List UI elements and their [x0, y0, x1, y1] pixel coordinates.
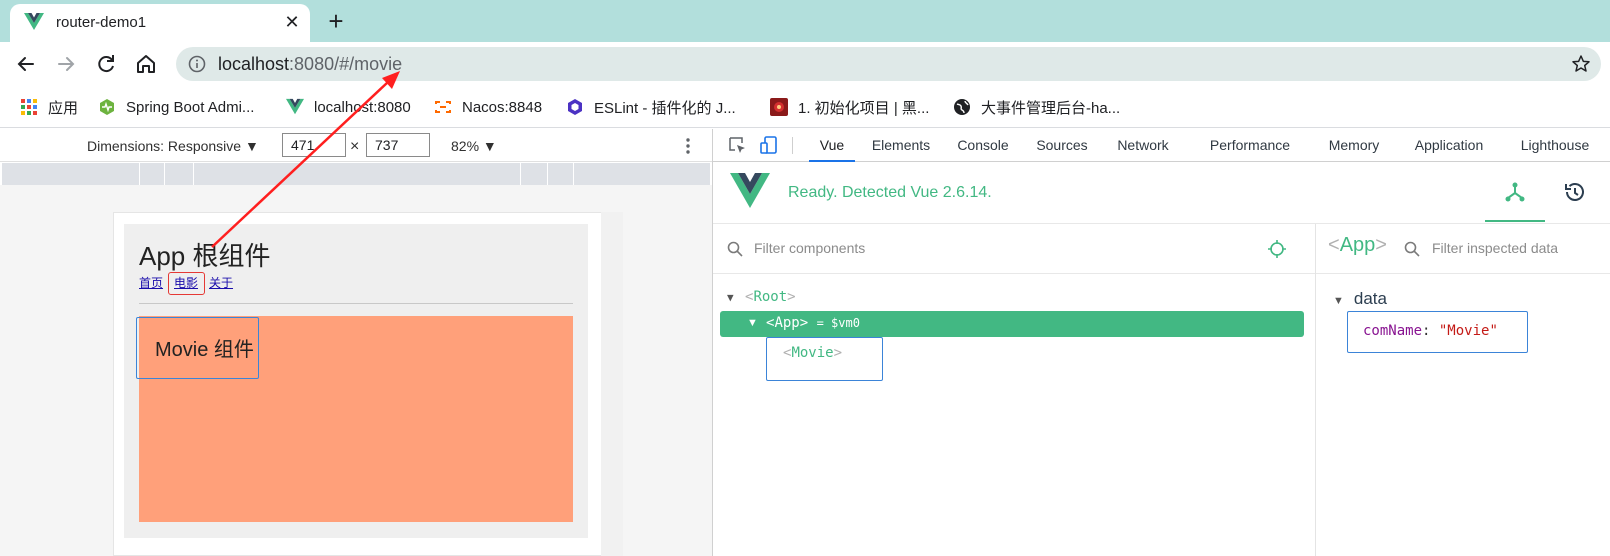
- tab-lighthouse[interactable]: Lighthouse: [1507, 129, 1603, 162]
- app-title: App 根组件: [139, 241, 271, 271]
- nacos-icon: [435, 101, 451, 113]
- tab-strip: router-demo1 ✕ +: [0, 0, 1610, 42]
- tab-sources[interactable]: Sources: [1027, 129, 1097, 162]
- globe-icon: [954, 99, 970, 115]
- tab-network[interactable]: Network: [1105, 129, 1181, 162]
- tab-close-icon[interactable]: ✕: [280, 10, 304, 34]
- bookmark-label: localhost:8080: [314, 98, 411, 116]
- divider: [139, 303, 573, 304]
- search-icon: [727, 241, 743, 257]
- back-icon[interactable]: [12, 50, 40, 78]
- vue-favicon-icon: [24, 13, 44, 30]
- expand-arrow-icon[interactable]: ▼: [747, 317, 758, 329]
- new-tab-icon[interactable]: +: [322, 8, 350, 36]
- url-text[interactable]: localhost:8080/#/movie: [218, 54, 402, 75]
- components-tab[interactable]: [1485, 162, 1545, 222]
- address-bar[interactable]: localhost:8080/#/movie: [176, 47, 1601, 81]
- viewport-width-input[interactable]: [282, 133, 346, 157]
- expand-arrow-icon[interactable]: ▼: [727, 291, 734, 304]
- select-component-in-page-icon[interactable]: [1267, 239, 1287, 259]
- filter-components-input[interactable]: Filter components: [754, 240, 865, 256]
- bookmark-big-event[interactable]: 大事件管理后台-ha...: [953, 96, 1120, 118]
- dimensions-select[interactable]: Dimensions: Responsive ▼: [87, 138, 259, 154]
- dimension-separator: ×: [350, 138, 360, 155]
- inspect-element-icon[interactable]: [727, 135, 747, 155]
- bookmark-label: Nacos:8848: [462, 98, 543, 116]
- eslint-icon: [568, 99, 582, 115]
- site-info-icon[interactable]: [188, 55, 206, 73]
- ruler-tick: [547, 163, 548, 185]
- media-query-ruler[interactable]: [2, 163, 710, 185]
- data-section-header[interactable]: ▼ data: [1333, 289, 1387, 309]
- tab-elements[interactable]: Elements: [863, 129, 939, 162]
- bookmark-label: Spring Boot Admi...: [126, 98, 255, 116]
- tab-application[interactable]: Application: [1399, 129, 1499, 162]
- tree-node-label: <App> = $vm0: [766, 315, 860, 331]
- filter-inspected-data-input[interactable]: Filter inspected data: [1432, 240, 1558, 256]
- browser-toolbar: localhost:8080/#/movie: [0, 42, 1610, 86]
- vue-ready-status: Ready. Detected Vue 2.6.14.: [788, 184, 992, 201]
- active-link-highlight: [168, 272, 205, 295]
- ruler-tick: [164, 163, 165, 185]
- inspector-header: <App> Filter inspected data: [1316, 224, 1610, 274]
- bookmark-apps[interactable]: 应用: [20, 96, 78, 118]
- url-host: localhost: [218, 54, 290, 74]
- devtools-panel: Vue Elements Console Sources Network Per…: [712, 129, 1610, 556]
- data-section-label: data: [1353, 289, 1387, 308]
- viewport-height-input[interactable]: [366, 133, 430, 157]
- component-filter-bar: Filter components: [713, 224, 1315, 274]
- bookmark-label: ESLint - 插件化的 J...: [594, 99, 736, 117]
- vue-icon: [286, 98, 304, 115]
- search-icon: [1404, 241, 1420, 257]
- ruler-tick: [193, 163, 194, 185]
- device-toggle-icon[interactable]: [759, 135, 779, 155]
- url-path: :8080/#/movie: [289, 54, 403, 74]
- component-tree-icon: [1505, 182, 1525, 202]
- browser-tab[interactable]: router-demo1 ✕: [10, 4, 310, 42]
- tab-memory[interactable]: Memory: [1317, 129, 1391, 162]
- devtools-tabbar: Vue Elements Console Sources Network Per…: [713, 129, 1610, 162]
- bookmark-label: 大事件管理后台-ha...: [981, 99, 1121, 117]
- bookmark-localhost[interactable]: localhost:8080: [286, 96, 411, 118]
- reload-icon[interactable]: [92, 50, 120, 78]
- project-icon: [770, 98, 788, 116]
- ruler-tick: [139, 163, 140, 185]
- property-highlight-box: [1347, 311, 1528, 353]
- bookmark-eslint[interactable]: ESLint - 插件化的 J...: [566, 96, 736, 118]
- bookmark-nacos[interactable]: Nacos:8848: [434, 96, 542, 118]
- spring-boot-admin-icon: [100, 99, 114, 115]
- device-toolbar: Dimensions: Responsive ▼ × 82% ▼: [0, 129, 712, 162]
- expand-arrow-icon[interactable]: ▼: [1333, 295, 1344, 307]
- ruler-tick: [573, 163, 574, 185]
- apps-grid-icon: [21, 99, 37, 115]
- tab-title: router-demo1: [56, 14, 147, 31]
- bookmark-init-project[interactable]: 1. 初始化项目 | 黑...: [770, 96, 929, 118]
- bookmark-label: 1. 初始化项目 | 黑...: [798, 99, 930, 117]
- tab-vue[interactable]: Vue: [809, 129, 855, 162]
- link-home[interactable]: 首页: [139, 274, 163, 291]
- movie-highlight-box: [136, 317, 259, 379]
- link-about[interactable]: 关于: [209, 274, 233, 291]
- page-scrollbar[interactable]: [601, 212, 623, 556]
- timeline-tab[interactable]: [1545, 162, 1605, 222]
- ruler-tick: [520, 163, 521, 185]
- tree-node-app-selected[interactable]: ▼ <App> = $vm0: [720, 311, 1304, 337]
- vue-devtools-header: Ready. Detected Vue 2.6.14.: [713, 162, 1610, 224]
- toolbar-separator: [792, 137, 793, 154]
- bookmark-star-icon[interactable]: [1571, 54, 1591, 74]
- zoom-select[interactable]: 82% ▼: [451, 138, 497, 154]
- bookmark-label: 应用: [48, 99, 79, 117]
- home-icon[interactable]: [132, 50, 160, 78]
- tree-node-label: <Root>: [745, 289, 796, 305]
- movie-node-highlight: [766, 337, 883, 381]
- bookmarks-bar: 应用 Spring Boot Admi... localhost:8080 Na…: [0, 86, 1610, 128]
- vue-logo-icon: [730, 173, 770, 208]
- more-options-icon[interactable]: [684, 137, 692, 155]
- bookmark-spring-boot-admin[interactable]: Spring Boot Admi...: [98, 96, 254, 118]
- inspected-component-name: <App>: [1328, 234, 1387, 256]
- forward-icon[interactable]: [52, 50, 80, 78]
- tab-performance[interactable]: Performance: [1191, 129, 1309, 162]
- history-icon: [1565, 183, 1584, 201]
- tab-console[interactable]: Console: [947, 129, 1019, 162]
